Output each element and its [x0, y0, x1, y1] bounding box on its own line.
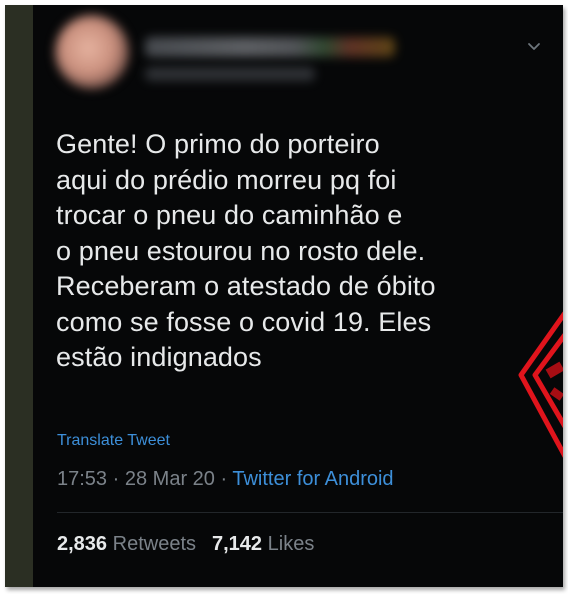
- retweets-count: 2,836: [57, 533, 108, 555]
- divider: [57, 512, 563, 513]
- tweet-date[interactable]: 28 Mar 20: [125, 468, 215, 490]
- likes-count: 7,142: [212, 533, 263, 555]
- side-strip: [5, 5, 33, 587]
- retweets-label: Retweets: [112, 533, 196, 555]
- avatar[interactable]: [55, 15, 129, 89]
- screenshot-frame: Gente! O primo do porteiro aqui do prédi…: [5, 5, 563, 587]
- author-name-blurred[interactable]: [145, 37, 395, 57]
- tweet-time[interactable]: 17:53: [57, 468, 107, 490]
- tweet-text-line: Receberam o atestado de óbito: [56, 271, 436, 301]
- tweet-text-line: o pneu estourou no rosto dele.: [56, 235, 426, 266]
- tweet-text-line: trocar o pneu do caminhão e: [56, 200, 403, 230]
- tweet-meta: 17:53 · 28 Mar 20 · Twitter for Android: [57, 468, 394, 491]
- tweet-text-line: aqui do prédio morreu pq foi: [56, 164, 397, 195]
- likes-stat[interactable]: 7,142 Likes: [212, 533, 314, 555]
- tweet-text-line: estão indignados: [56, 342, 262, 372]
- tweet-text-line: Gente! O primo do porteiro: [56, 129, 380, 159]
- meta-separator: ·: [220, 468, 228, 490]
- meta-separator: ·: [112, 468, 120, 490]
- tweet-stats: 2,836 Retweets 7,142 Likes: [57, 533, 314, 556]
- tweet-text-line: como se fosse o covid 19. Eles: [56, 306, 432, 337]
- author-handle-blurred: [145, 67, 315, 81]
- tweet-text: Gente! O primo do porteiro aqui do prédi…: [56, 127, 526, 376]
- fake-stamp-fragment: [518, 311, 563, 458]
- tweet-card: Gente! O primo do porteiro aqui do prédi…: [33, 5, 563, 587]
- translate-tweet-link[interactable]: Translate Tweet: [57, 432, 170, 450]
- tweet-source-link[interactable]: Twitter for Android: [232, 468, 393, 490]
- likes-label: Likes: [267, 533, 315, 555]
- chevron-down-icon[interactable]: [527, 41, 541, 53]
- retweets-stat[interactable]: 2,836 Retweets: [57, 533, 196, 555]
